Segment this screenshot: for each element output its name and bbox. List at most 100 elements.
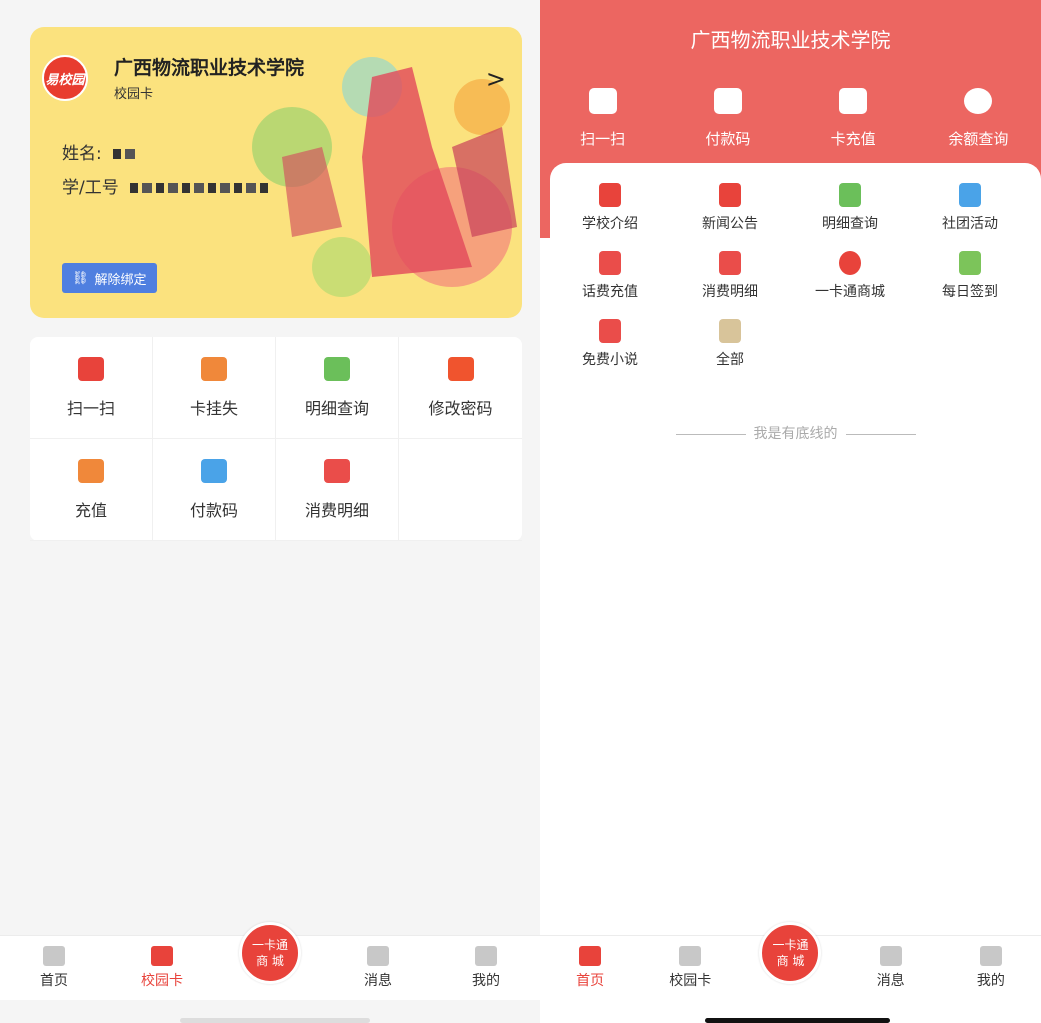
nav-label: 校园卡 bbox=[141, 973, 183, 989]
nav-messages[interactable]: 消息 bbox=[324, 936, 432, 1000]
grid-item-label: 消费明细 bbox=[304, 500, 369, 520]
service-mall[interactable]: 一卡通商城 bbox=[790, 251, 910, 301]
mall-label: 商 城 bbox=[776, 954, 805, 968]
service-panel: 学校介绍 新闻公告 明细查询 社团活动 话费充值 消费明细 一卡通商城 每日签到… bbox=[550, 163, 1041, 933]
user-icon bbox=[475, 946, 497, 966]
unbind-label: 解除绑定 bbox=[94, 272, 147, 288]
nav-label: 校园卡 bbox=[669, 973, 712, 989]
service-label: 学校介绍 bbox=[582, 216, 638, 232]
card-lost-icon bbox=[201, 356, 227, 381]
name-label: 姓名: bbox=[62, 144, 102, 164]
quick-pay-code[interactable]: 付款码 bbox=[665, 88, 790, 149]
nav-mall[interactable]: 一卡通 商 城 bbox=[216, 922, 324, 1000]
service-club[interactable]: 社团活动 bbox=[910, 183, 1030, 233]
school-app-logo: 易校园 bbox=[42, 55, 88, 101]
service-label: 全部 bbox=[716, 352, 744, 368]
nav-campus-card[interactable]: 校园卡 bbox=[640, 936, 740, 1000]
card-id-row: 学/工号 bbox=[62, 173, 271, 198]
card-name-row: 姓名: bbox=[62, 139, 140, 164]
service-label: 免费小说 bbox=[582, 352, 638, 368]
home-icon bbox=[43, 946, 65, 966]
heart-hand-icon bbox=[839, 251, 861, 275]
grid-item-detail-query[interactable]: 明细查询 bbox=[276, 337, 399, 439]
news-icon bbox=[719, 183, 741, 207]
home-indicator bbox=[705, 1018, 890, 1023]
card-detail-arrow-icon[interactable]: > bbox=[486, 65, 506, 93]
flag-icon bbox=[959, 183, 981, 207]
card-subtitle: 校园卡 bbox=[114, 87, 154, 102]
grid-item-consumption[interactable]: 消费明细 bbox=[276, 439, 399, 541]
grid-item-scan[interactable]: 扫一扫 bbox=[30, 337, 153, 439]
unbind-button[interactable]: ⛓ 解除绑定 bbox=[62, 263, 157, 293]
qr-code-icon bbox=[201, 458, 227, 483]
card-school-name: 广西物流职业技术学院 bbox=[114, 57, 305, 79]
grid-item-change-password[interactable]: 修改密码 bbox=[399, 337, 522, 439]
book-icon bbox=[599, 319, 621, 343]
quick-label: 扫一扫 bbox=[580, 130, 626, 148]
nav-label: 消息 bbox=[364, 973, 392, 989]
nav-mine[interactable]: 我的 bbox=[941, 936, 1041, 1000]
service-label: 明细查询 bbox=[822, 216, 878, 232]
nav-label: 我的 bbox=[976, 973, 1005, 989]
grid-item-label: 扫一扫 bbox=[66, 398, 115, 418]
bottom-nav: 首页 校园卡 一卡通 商 城 消息 我的 bbox=[0, 922, 540, 1000]
all-grid-icon bbox=[719, 319, 741, 343]
mall-icon: 一卡通 商 城 bbox=[759, 922, 822, 984]
service-detail-query[interactable]: 明细查询 bbox=[790, 183, 910, 233]
grid-item-pay-code[interactable]: 付款码 bbox=[153, 439, 276, 541]
home-screen: 广西物流职业技术学院 扫一扫 付款码 卡充值 余额查询 学校介绍 新闻公告 明细… bbox=[540, 0, 1041, 1023]
service-label: 消费明细 bbox=[702, 284, 758, 300]
service-school-intro[interactable]: 学校介绍 bbox=[550, 183, 670, 233]
quick-label: 付款码 bbox=[705, 130, 751, 148]
mall-label: 商 城 bbox=[256, 954, 284, 968]
grid-item-label: 明细查询 bbox=[304, 398, 369, 418]
grid-item-recharge[interactable]: 充值 bbox=[30, 439, 153, 541]
card-icon bbox=[679, 946, 702, 966]
nav-home[interactable]: 首页 bbox=[0, 936, 108, 1000]
nav-label: 首页 bbox=[40, 973, 68, 989]
quick-card-recharge[interactable]: 卡充值 bbox=[791, 88, 916, 149]
card-icon bbox=[151, 946, 173, 966]
nav-home[interactable]: 首页 bbox=[540, 936, 640, 1000]
service-phone-recharge[interactable]: 话费充值 bbox=[550, 251, 670, 301]
nav-label: 我的 bbox=[472, 973, 500, 989]
mall-top-label: 一卡通 bbox=[251, 938, 288, 952]
service-novel[interactable]: 免费小说 bbox=[550, 319, 670, 369]
service-news[interactable]: 新闻公告 bbox=[670, 183, 790, 233]
nav-mine[interactable]: 我的 bbox=[432, 936, 540, 1000]
scan-icon bbox=[78, 356, 104, 381]
link-icon: ⛓ bbox=[72, 270, 89, 286]
quick-label: 卡充值 bbox=[830, 130, 876, 148]
service-label: 每日签到 bbox=[942, 284, 998, 300]
bottom-nav: 首页 校园卡 一卡通 商 城 消息 我的 bbox=[540, 922, 1041, 1000]
detail-query-icon bbox=[324, 356, 350, 381]
message-icon bbox=[879, 946, 902, 966]
home-indicator bbox=[180, 1018, 370, 1023]
grid-item-card-lost[interactable]: 卡挂失 bbox=[153, 337, 276, 439]
nav-campus-card[interactable]: 校园卡 bbox=[108, 936, 216, 1000]
id-label: 学/工号 bbox=[62, 178, 119, 198]
nav-label: 消息 bbox=[876, 973, 905, 989]
home-icon bbox=[579, 946, 602, 966]
scan-icon bbox=[588, 88, 617, 114]
page-title: 广西物流职业技术学院 bbox=[690, 28, 891, 52]
service-consumption[interactable]: 消费明细 bbox=[670, 251, 790, 301]
nav-mall[interactable]: 一卡通 商 城 bbox=[740, 922, 840, 1000]
quick-balance[interactable]: 余额查询 bbox=[916, 88, 1041, 149]
quick-scan[interactable]: 扫一扫 bbox=[540, 88, 665, 149]
redacted-name bbox=[113, 149, 140, 159]
grid-item-label: 修改密码 bbox=[428, 398, 493, 418]
mall-icon: 一卡通 商 城 bbox=[239, 922, 301, 984]
campus-card-screen: 易校园 广西物流职业技术学院 校园卡 > 姓名: 学/工号 ⛓ 解除绑定 扫一扫… bbox=[0, 0, 540, 1023]
service-all[interactable]: 全部 bbox=[670, 319, 790, 369]
service-grid: 学校介绍 新闻公告 明细查询 社团活动 话费充值 消费明细 一卡通商城 每日签到… bbox=[550, 183, 1030, 369]
campus-card[interactable]: 易校园 广西物流职业技术学院 校园卡 > 姓名: 学/工号 ⛓ 解除绑定 bbox=[30, 27, 522, 318]
detail-query-icon bbox=[839, 183, 861, 207]
recharge-icon bbox=[78, 458, 104, 483]
end-of-list-text: 我是有底线的 bbox=[550, 423, 1041, 443]
user-icon bbox=[979, 946, 1002, 966]
nav-messages[interactable]: 消息 bbox=[841, 936, 941, 1000]
calendar-check-icon bbox=[959, 251, 981, 275]
quick-label: 余额查询 bbox=[948, 130, 1009, 148]
service-checkin[interactable]: 每日签到 bbox=[910, 251, 1030, 301]
